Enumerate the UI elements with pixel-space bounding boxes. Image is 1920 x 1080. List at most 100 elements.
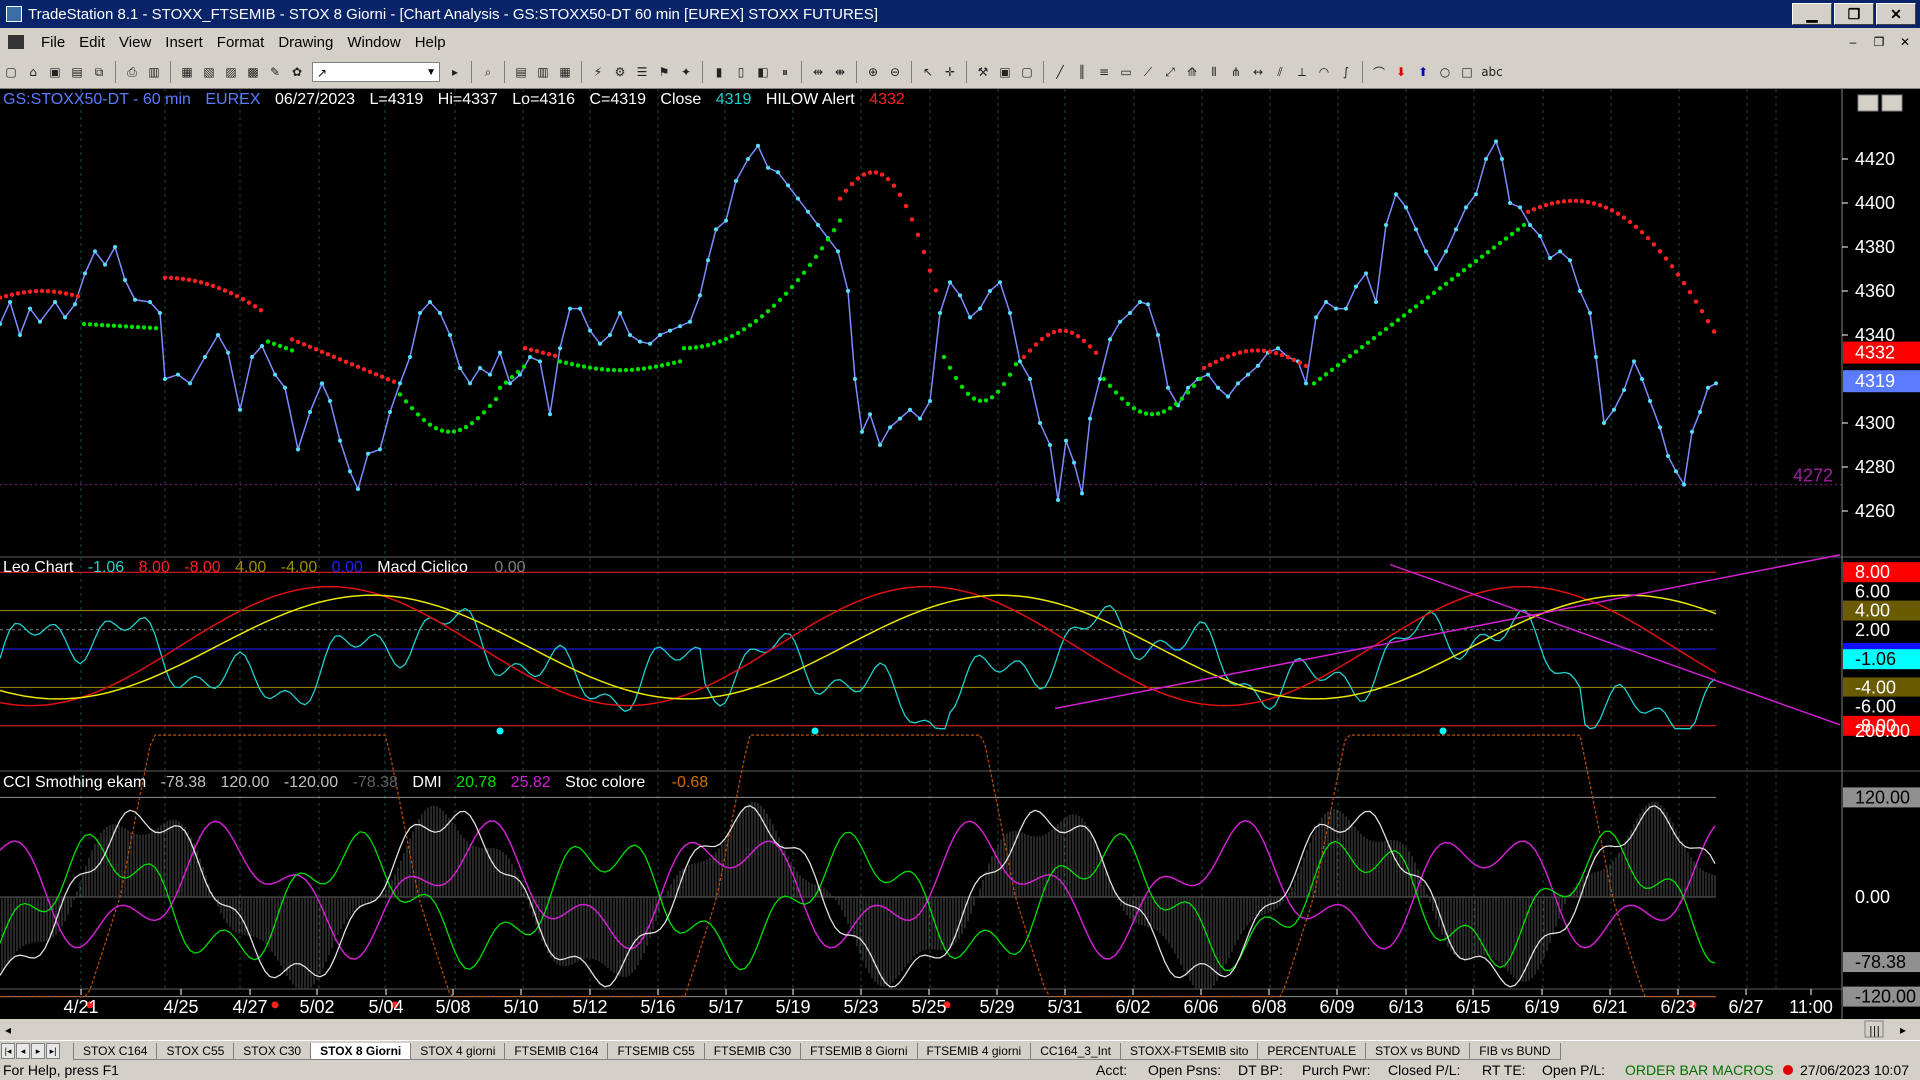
parallel-lines-icon[interactable]: ⫽	[1272, 64, 1288, 80]
format-icon[interactable]: ▨	[223, 64, 239, 80]
find-icon[interactable]: ⌕	[480, 64, 496, 80]
menu-view[interactable]: View	[112, 34, 158, 51]
mdi-restore-button[interactable]: ❐	[1868, 32, 1890, 52]
cascade-icon[interactable]: ▧	[201, 64, 217, 80]
minimize-button[interactable]: ▁	[1792, 3, 1832, 25]
maximize-button[interactable]: ❐	[1834, 3, 1874, 25]
menu-file[interactable]: File	[34, 34, 72, 51]
lock-icon[interactable]: ▩	[245, 64, 261, 80]
window-icon[interactable]: ▦	[179, 64, 195, 80]
menu-insert[interactable]: Insert	[158, 34, 210, 51]
arc-icon[interactable]: ◠	[1316, 64, 1332, 80]
price-point	[1364, 271, 1368, 276]
text-box-icon[interactable]: ▭	[1118, 64, 1134, 80]
indicator-icon[interactable]: ⚑	[656, 64, 672, 80]
fib-time-icon[interactable]: ⦀	[1206, 64, 1222, 80]
tab-last-button[interactable]: ▸|	[46, 1043, 60, 1059]
tab-first-button[interactable]: |◂	[1, 1043, 15, 1059]
zoom-out-icon[interactable]: ⊖	[887, 64, 903, 80]
horizontal-scrollbar[interactable]: ◂ ||| ▸	[0, 1019, 1920, 1039]
tab-stox-8-giorni[interactable]: STOX 8 Giorni	[310, 1042, 412, 1060]
menu-window[interactable]: Window	[340, 34, 407, 51]
curve-icon[interactable]: ⌒	[1371, 64, 1387, 80]
menu-help[interactable]: Help	[408, 34, 453, 51]
chart-icon[interactable]: ▤	[513, 64, 529, 80]
arrow-down-icon[interactable]: ⬇	[1393, 64, 1409, 80]
tab-prev-button[interactable]: ◂	[16, 1043, 30, 1059]
tab-ftsemib-4-giorni[interactable]: FTSEMIB 4 giorni	[916, 1042, 1032, 1060]
menu-edit[interactable]: Edit	[72, 34, 112, 51]
tab-ftsemib-c55[interactable]: FTSEMIB C55	[607, 1042, 705, 1060]
horizontal-line-icon[interactable]: ≡	[1096, 64, 1112, 80]
order-bar-icon[interactable]: ◧	[755, 64, 771, 80]
horizontal-arrow-icon[interactable]: ↔	[1250, 64, 1266, 80]
vertical-lines-icon[interactable]: ║	[1074, 64, 1090, 80]
freehand-icon[interactable]: ∫	[1338, 64, 1354, 80]
price-point	[1276, 346, 1280, 351]
trendline-icon[interactable]: ╱	[1052, 64, 1068, 80]
bar-chart-icon[interactable]: ▮	[711, 64, 727, 80]
tab-ftsemib-c30[interactable]: FTSEMIB C30	[703, 1042, 802, 1060]
matrix-icon[interactable]: ▦	[557, 64, 573, 80]
tab-stoxx-ftsemib-sito[interactable]: STOXX-FTSEMIB sito	[1119, 1042, 1259, 1060]
tools-icon[interactable]: ⚒	[975, 64, 991, 80]
close-button[interactable]: ✕	[1876, 3, 1916, 25]
tab-cc164-3-int[interactable]: CC164_3_Int	[1030, 1042, 1121, 1060]
pointer-icon[interactable]: ↖	[920, 64, 936, 80]
strategy-icon[interactable]: ⚙	[612, 64, 628, 80]
scanner-icon[interactable]: ☰	[634, 64, 650, 80]
tab-fib-vs-bund[interactable]: FIB vs BUND	[1469, 1042, 1561, 1060]
ray-icon[interactable]: ⤢	[1162, 64, 1178, 80]
alert-icon[interactable]: ⚡	[590, 64, 606, 80]
save-icon[interactable]: ▣	[47, 64, 63, 80]
chart-analysis-window[interactable]: 4420 4400 4380 4360 4340 4300 4280 4260 4332 4319…	[0, 89, 1920, 1023]
andrews-pitchfork-icon[interactable]: ⋔	[1228, 64, 1244, 80]
tab-stox-vs-bund[interactable]: STOX vs BUND	[1365, 1042, 1471, 1060]
status-macros[interactable]: ORDER BAR MACROS	[1625, 1062, 1774, 1078]
tab-stox-c30[interactable]: STOX C30	[233, 1042, 312, 1060]
cci-signal-dot	[811, 727, 819, 735]
document-icon[interactable]	[8, 35, 24, 49]
menu-drawing[interactable]: Drawing	[271, 34, 340, 51]
gann-fan-icon[interactable]: ⟋	[1140, 64, 1156, 80]
rectangle-icon[interactable]: □	[1459, 64, 1475, 80]
tab-ftsemib-c164[interactable]: FTSEMIB C164	[504, 1042, 609, 1060]
arrow-right-icon[interactable]: ▸	[447, 64, 463, 80]
fib-extension-icon[interactable]: ⟰	[1184, 64, 1200, 80]
snapshot-icon[interactable]: ▢	[1019, 64, 1035, 80]
copy-icon[interactable]: ⧉	[91, 64, 107, 80]
candle-icon[interactable]: ▯	[733, 64, 749, 80]
text-icon[interactable]: abc	[1481, 64, 1503, 80]
mdi-close-button[interactable]: ✕	[1894, 32, 1916, 52]
pause-icon[interactable]: ⏸	[777, 64, 793, 80]
tab-percentuale[interactable]: PERCENTUALE	[1257, 1042, 1367, 1060]
mdi-minimize-button[interactable]: –	[1842, 32, 1864, 52]
hub-icon[interactable]: ✦	[678, 64, 694, 80]
menu-format[interactable]: Format	[210, 34, 272, 51]
zoom-in-icon[interactable]: ⊕	[865, 64, 881, 80]
new-window-icon[interactable]: ▤	[69, 64, 85, 80]
hilow-stop-green	[677, 359, 683, 364]
new-icon[interactable]: ▢	[3, 64, 19, 80]
compress-icon[interactable]: ⇼	[832, 64, 848, 80]
crosshair-icon[interactable]: ✛	[942, 64, 958, 80]
expand-icon[interactable]: ⇹	[810, 64, 826, 80]
data-window-icon[interactable]: ▣	[997, 64, 1013, 80]
drawing-tool-combo[interactable]: ↗ ▼	[312, 62, 440, 82]
chart-canvas[interactable]: 4420440043804360434043004280426043324319…	[0, 89, 1920, 1023]
tab-next-button[interactable]: ▸	[31, 1043, 45, 1059]
ellipse-icon[interactable]: ○	[1437, 64, 1453, 80]
speed-lines-icon[interactable]: ⟂	[1294, 64, 1310, 80]
open-icon[interactable]: ⌂	[25, 64, 41, 80]
print-preview-icon[interactable]: ▥	[146, 64, 162, 80]
tab-stox-c164[interactable]: STOX C164	[73, 1042, 158, 1060]
palette-icon[interactable]: ✿	[289, 64, 305, 80]
tab-stox-c55[interactable]: STOX C55	[156, 1042, 235, 1060]
hilow-stop-green	[941, 354, 947, 360]
arrow-up-icon[interactable]: ⬆	[1415, 64, 1431, 80]
radar-icon[interactable]: ▥	[535, 64, 551, 80]
pencil-icon[interactable]: ✎	[267, 64, 283, 80]
tab-ftsemib-8-giorni[interactable]: FTSEMIB 8 Giorni	[800, 1042, 918, 1060]
print-icon[interactable]: ⎙	[124, 64, 140, 80]
tab-stox-4-giorni[interactable]: STOX 4 giorni	[410, 1042, 506, 1060]
